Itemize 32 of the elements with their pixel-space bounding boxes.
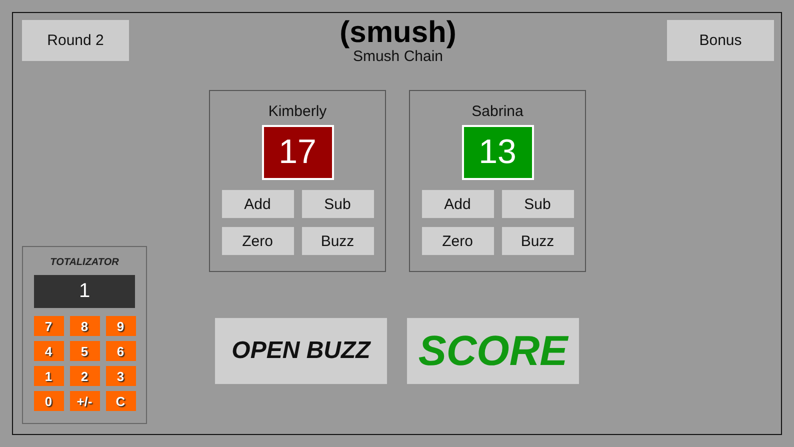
player-action-button[interactable]: Zero: [422, 227, 494, 255]
player-action-button[interactable]: Add: [222, 190, 294, 218]
player-action-button[interactable]: Buzz: [502, 227, 574, 255]
keypad-key[interactable]: 9: [106, 316, 136, 336]
score-button[interactable]: SCORE: [407, 318, 579, 384]
keypad-key[interactable]: 4: [34, 341, 64, 361]
player-name: Sabrina: [472, 103, 524, 121]
player-action-button[interactable]: Sub: [302, 190, 374, 218]
round-button[interactable]: Round 2: [22, 20, 129, 61]
keypad-key[interactable]: 1: [34, 366, 64, 386]
player-action-button[interactable]: Sub: [502, 190, 574, 218]
bonus-button[interactable]: Bonus: [667, 20, 774, 61]
player-name: Kimberly: [268, 103, 327, 121]
keypad-key[interactable]: +/-: [70, 391, 100, 411]
keypad-key[interactable]: 0: [34, 391, 64, 411]
totalizator-display: 1: [34, 275, 135, 308]
app-title: (smush): [340, 17, 456, 49]
totalizator-title: TOTALIZATOR: [50, 257, 119, 268]
player-action-button[interactable]: Zero: [222, 227, 294, 255]
keypad-key[interactable]: 8: [70, 316, 100, 336]
player-score: 17: [262, 125, 334, 180]
open-buzz-button[interactable]: OPEN BUZZ: [215, 318, 387, 384]
keypad-key[interactable]: 7: [34, 316, 64, 336]
keypad-key[interactable]: C: [106, 391, 136, 411]
player-score: 13: [462, 125, 534, 180]
keypad-key[interactable]: 2: [70, 366, 100, 386]
keypad-key[interactable]: 6: [106, 341, 136, 361]
keypad-key[interactable]: 3: [106, 366, 136, 386]
keypad-key[interactable]: 5: [70, 341, 100, 361]
player-action-button[interactable]: Buzz: [302, 227, 374, 255]
player-action-button[interactable]: Add: [422, 190, 494, 218]
app-subtitle: Smush Chain: [352, 49, 444, 65]
